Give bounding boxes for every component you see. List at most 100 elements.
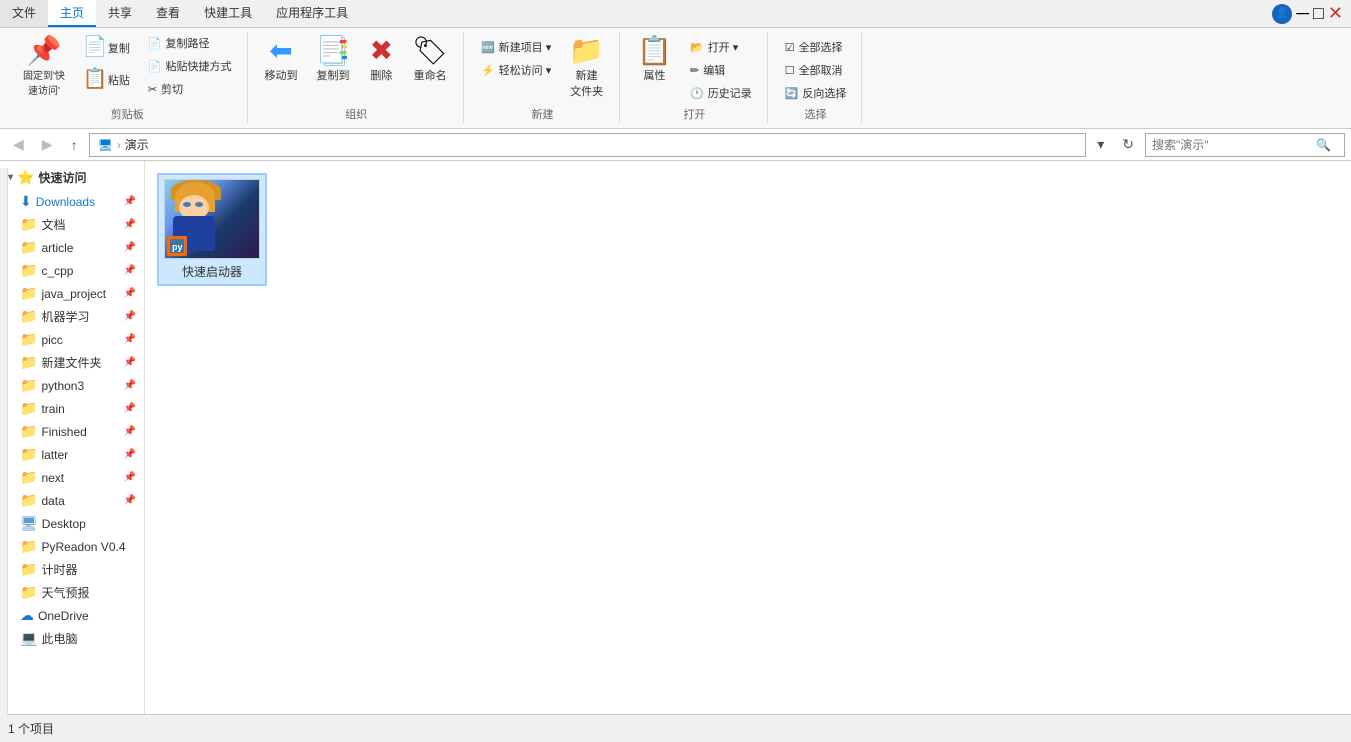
copy-label: 复制 xyxy=(108,40,130,56)
select-items: ☑ 全部选择 ☐ 全部取消 🔄 反向选择 xyxy=(778,32,854,104)
cut-button[interactable]: ✂ 剪切 xyxy=(141,78,239,100)
open-button[interactable]: 📂 打开 ▾ xyxy=(683,36,759,58)
ribbon: 文件 主页 共享 查看 快建工具 应用程序工具 👤 ─ □ ✕ 📌 固定到'快速… xyxy=(0,0,1351,129)
file-label: 快速启动器 xyxy=(182,263,242,280)
train-label: train xyxy=(41,402,64,416)
delete-button[interactable]: ✖ 删除 xyxy=(361,32,401,88)
sidebar-item-data[interactable]: 📁 data 📌 xyxy=(0,489,144,512)
sidebar-item-new-folder[interactable]: 📁 新建文件夹 📌 xyxy=(0,351,144,374)
downloads-icon: ⬇ xyxy=(20,193,32,210)
back-button[interactable]: ◀ xyxy=(6,133,31,156)
data-label: data xyxy=(41,494,64,508)
maximize-btn[interactable]: □ xyxy=(1313,3,1324,24)
properties-label: 属性 xyxy=(644,67,666,83)
pyreadon-label: PyReadon V0.4 xyxy=(41,540,125,554)
sidebar-item-picc[interactable]: 📁 picc 📌 xyxy=(0,328,144,351)
paste-shortcut-icon: 📄 xyxy=(148,60,162,73)
search-input[interactable] xyxy=(1152,138,1312,152)
sidebar-item-c_cpp[interactable]: 📁 c_cpp 📌 xyxy=(0,259,144,282)
new-item-button[interactable]: 🆕 新建项目 ▾ xyxy=(474,36,558,58)
sidebar-item-latter[interactable]: 📁 latter 📌 xyxy=(0,443,144,466)
open-icon: 📂 xyxy=(690,41,704,54)
paste-shortcut-button[interactable]: 📄 粘贴快捷方式 xyxy=(141,55,239,77)
address-dropdown-button[interactable]: ▾ xyxy=(1090,133,1111,156)
invert-select-button[interactable]: 🔄 反向选择 xyxy=(778,82,854,104)
pin-button[interactable]: 📌 固定到'快速访问' xyxy=(16,32,72,102)
sidebar-item-documents[interactable]: 📁 文档 📌 xyxy=(0,213,144,236)
copy-button[interactable]: 📄 复制 xyxy=(76,32,137,62)
cut-icon: ✂ xyxy=(148,83,157,96)
open-items: 📋 属性 📂 打开 ▾ ✏ 编辑 🕐 历史记录 xyxy=(630,32,759,104)
new-folder-pin: 📌 xyxy=(124,357,136,368)
downloads-pin: 📌 xyxy=(124,196,136,207)
new-items: 🆕 新建项目 ▾ ⚡ 轻松访问 ▾ 📁 新建文件夹 xyxy=(474,32,611,104)
clipboard-label: 剪贴板 xyxy=(111,104,144,124)
properties-button[interactable]: 📋 属性 xyxy=(630,32,679,88)
easy-access-icon: ⚡ xyxy=(481,64,495,77)
sidebar-item-machine-learning[interactable]: 📁 机器学习 📌 xyxy=(0,305,144,328)
weather-label: 天气预报 xyxy=(41,584,89,601)
address-path[interactable]: 🖥 › 演示 xyxy=(89,133,1087,157)
sidebar-item-onedrive[interactable]: ☁ OneDrive xyxy=(0,604,144,627)
select-all-button[interactable]: ☑ 全部选择 xyxy=(778,36,854,58)
properties-icon: 📋 xyxy=(637,37,672,65)
tab-file[interactable]: 文件 xyxy=(0,0,48,27)
c_cpp-pin: 📌 xyxy=(124,265,136,276)
easy-access-button[interactable]: ⚡ 轻松访问 ▾ xyxy=(474,59,558,81)
tab-view[interactable]: 查看 xyxy=(144,0,192,27)
new-folder-button[interactable]: 📁 新建文件夹 xyxy=(562,32,611,104)
new-folder-label: 新建文件夹 xyxy=(41,354,101,371)
copy-icon: 📄 xyxy=(83,37,108,57)
sidebar-item-downloads[interactable]: ⬇ Downloads 📌 xyxy=(0,190,144,213)
pyreadon-icon: 📁 xyxy=(20,538,37,555)
forward-button[interactable]: ▶ xyxy=(35,133,60,156)
finished-label: Finished xyxy=(41,425,86,439)
finished-icon: 📁 xyxy=(20,423,37,440)
search-icon[interactable]: 🔍 xyxy=(1316,138,1331,152)
move-button[interactable]: ⬅ 移动到 xyxy=(258,32,305,88)
file-item-quick-launcher[interactable]: py 快速启动器 xyxy=(157,173,267,286)
onedrive-label: OneDrive xyxy=(38,609,89,623)
copy-to-button[interactable]: 📑 复制到 xyxy=(309,32,358,88)
python-label: python3 xyxy=(41,379,84,393)
refresh-button[interactable]: ↻ xyxy=(1115,133,1141,156)
ribbon-group-select: ☑ 全部选择 ☐ 全部取消 🔄 反向选择 选择 xyxy=(770,32,863,124)
organize-label: 组织 xyxy=(345,104,367,124)
thispc-icon: 💻 xyxy=(20,630,37,647)
sidebar-item-finished[interactable]: 📁 Finished 📌 xyxy=(0,420,144,443)
user-icon[interactable]: 👤 xyxy=(1272,4,1292,24)
path-text: 演示 xyxy=(125,136,149,153)
sidebar-item-java_project[interactable]: 📁 java_project 📌 xyxy=(0,282,144,305)
tab-apptools[interactable]: 应用程序工具 xyxy=(264,0,360,27)
history-button[interactable]: 🕐 历史记录 xyxy=(683,82,759,104)
sidebar-item-weather[interactable]: 📁 天气预报 xyxy=(0,581,144,604)
close-btn[interactable]: ✕ xyxy=(1328,3,1343,24)
deselect-all-button[interactable]: ☐ 全部取消 xyxy=(778,59,854,81)
paste-label: 粘贴 xyxy=(108,72,130,88)
rename-button[interactable]: 🏷 重命名 xyxy=(405,32,455,88)
select-all-icon: ☑ xyxy=(785,41,795,54)
copy-path-button[interactable]: 📄 复制路径 xyxy=(141,32,239,54)
sidebar-item-timer[interactable]: 📁 计时器 xyxy=(0,558,144,581)
timer-icon: 📁 xyxy=(20,561,37,578)
sidebar-quick-access-header[interactable]: ▾ ⭐ 快速访问 xyxy=(0,165,144,190)
sidebar-item-thispc[interactable]: 💻 此电脑 xyxy=(0,627,144,650)
tab-quickbuild[interactable]: 快建工具 xyxy=(192,0,264,27)
sidebar-item-desktop[interactable]: 🖥 Desktop xyxy=(0,512,144,535)
ribbon-tabs: 文件 主页 共享 查看 快建工具 应用程序工具 👤 ─ □ ✕ xyxy=(0,0,1351,28)
sidebar-item-article[interactable]: 📁 article 📌 xyxy=(0,236,144,259)
quick-access-label: 快速访问 xyxy=(38,169,86,186)
edit-button[interactable]: ✏ 编辑 xyxy=(683,59,759,81)
tab-share[interactable]: 共享 xyxy=(96,0,144,27)
ribbon-group-new: 🆕 新建项目 ▾ ⚡ 轻松访问 ▾ 📁 新建文件夹 新建 xyxy=(466,32,620,124)
invert-label: 反向选择 xyxy=(802,85,846,101)
rename-icon: 🏷 xyxy=(412,37,448,65)
sidebar-item-next[interactable]: 📁 next 📌 xyxy=(0,466,144,489)
sidebar-item-train[interactable]: 📁 train 📌 xyxy=(0,397,144,420)
paste-button[interactable]: 📋 粘贴 xyxy=(76,64,137,94)
minimize-btn[interactable]: ─ xyxy=(1296,3,1309,24)
sidebar-item-pyreadon[interactable]: 📁 PyReadon V0.4 xyxy=(0,535,144,558)
tab-home[interactable]: 主页 xyxy=(48,0,96,27)
sidebar-item-python3[interactable]: 📁 python3 📌 xyxy=(0,374,144,397)
up-button[interactable]: ↑ xyxy=(64,134,85,156)
